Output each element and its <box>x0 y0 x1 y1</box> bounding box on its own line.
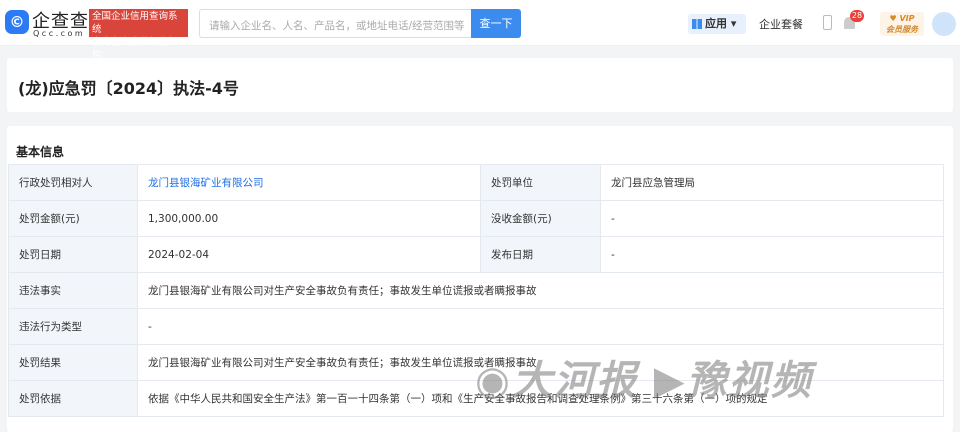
vip-sub-label: 会员服务 <box>886 25 918 34</box>
cell-label: 违法事实 <box>8 272 138 309</box>
section-title: 基本信息 <box>16 145 65 159</box>
page-title: (龙)应急罚〔2024〕执法-4号 <box>18 79 239 98</box>
apps-menu-button[interactable]: 应用 ▾ <box>688 14 746 34</box>
table-row: 处罚日期 2024-02-04 发布日期 - <box>8 236 944 273</box>
cell-label: 处罚单位 <box>480 164 601 201</box>
table-row: 处罚金额(元) 1,300,000.00 没收金额(元) - <box>8 200 944 237</box>
cell-value: 2024-02-04 <box>137 236 481 273</box>
cell-label: 处罚依据 <box>8 380 138 417</box>
cell-value: 龙门县银海矿业有限公司对生产安全事故负有责任；事故发生单位谎报或者瞒报事故 <box>137 272 944 309</box>
notification-count: 28 <box>850 10 864 22</box>
cell-label: 没收金额(元) <box>480 200 601 237</box>
avatar[interactable] <box>932 12 956 36</box>
search-button[interactable]: 查一下 <box>471 9 521 38</box>
table-row: 违法事实 龙门县银海矿业有限公司对生产安全事故负有责任；事故发生单位谎报或者瞒报… <box>8 272 944 309</box>
cell-value: 龙门县应急管理局 <box>600 164 944 201</box>
enterprise-package-link[interactable]: 企业套餐 <box>759 16 803 32</box>
table-row: 违法行为类型 - <box>8 308 944 345</box>
vip-button[interactable]: ♥ VIP 会员服务 <box>880 12 924 36</box>
title-card: (龙)应急罚〔2024〕执法-4号 <box>7 58 953 112</box>
table-row: 行政处罚相对人 龙门县银海矿业有限公司 处罚单位 龙门县应急管理局 <box>8 164 944 201</box>
vip-label: ♥ VIP <box>889 14 915 23</box>
watermark: ◉大河报 ▶豫视频 <box>475 358 813 404</box>
top-header: © 企查查 Qcc.com 全国企业信用查询系统 官方备案企业征信机构 请输入企业… <box>0 0 960 61</box>
cell-label: 处罚金额(元) <box>8 200 138 237</box>
official-badge: 全国企业信用查询系统 官方备案企业征信机构 <box>89 9 188 61</box>
company-link[interactable]: 龙门县银海矿业有限公司 <box>148 177 264 189</box>
qcc-logo-icon[interactable]: © <box>5 10 29 34</box>
cell-value: - <box>600 236 944 273</box>
cell-value: - <box>137 308 944 345</box>
badge-line1: 全国企业信用查询系统 <box>92 11 178 35</box>
cell-label: 处罚结果 <box>8 344 138 381</box>
cell-label: 处罚日期 <box>8 236 138 273</box>
search-input[interactable]: 请输入企业名、人名、产品名，或地址电话/经营范围等 <box>199 9 471 38</box>
cell-label: 行政处罚相对人 <box>8 164 138 201</box>
brand-domain: Qcc.com <box>33 29 86 38</box>
cell-label: 发布日期 <box>480 236 601 273</box>
cell-value: 1,300,000.00 <box>137 200 481 237</box>
cell-value: 龙门县银海矿业有限公司 <box>137 164 481 201</box>
mobile-icon[interactable] <box>823 15 832 30</box>
cell-label: 违法行为类型 <box>8 308 138 345</box>
cell-value: - <box>600 200 944 237</box>
